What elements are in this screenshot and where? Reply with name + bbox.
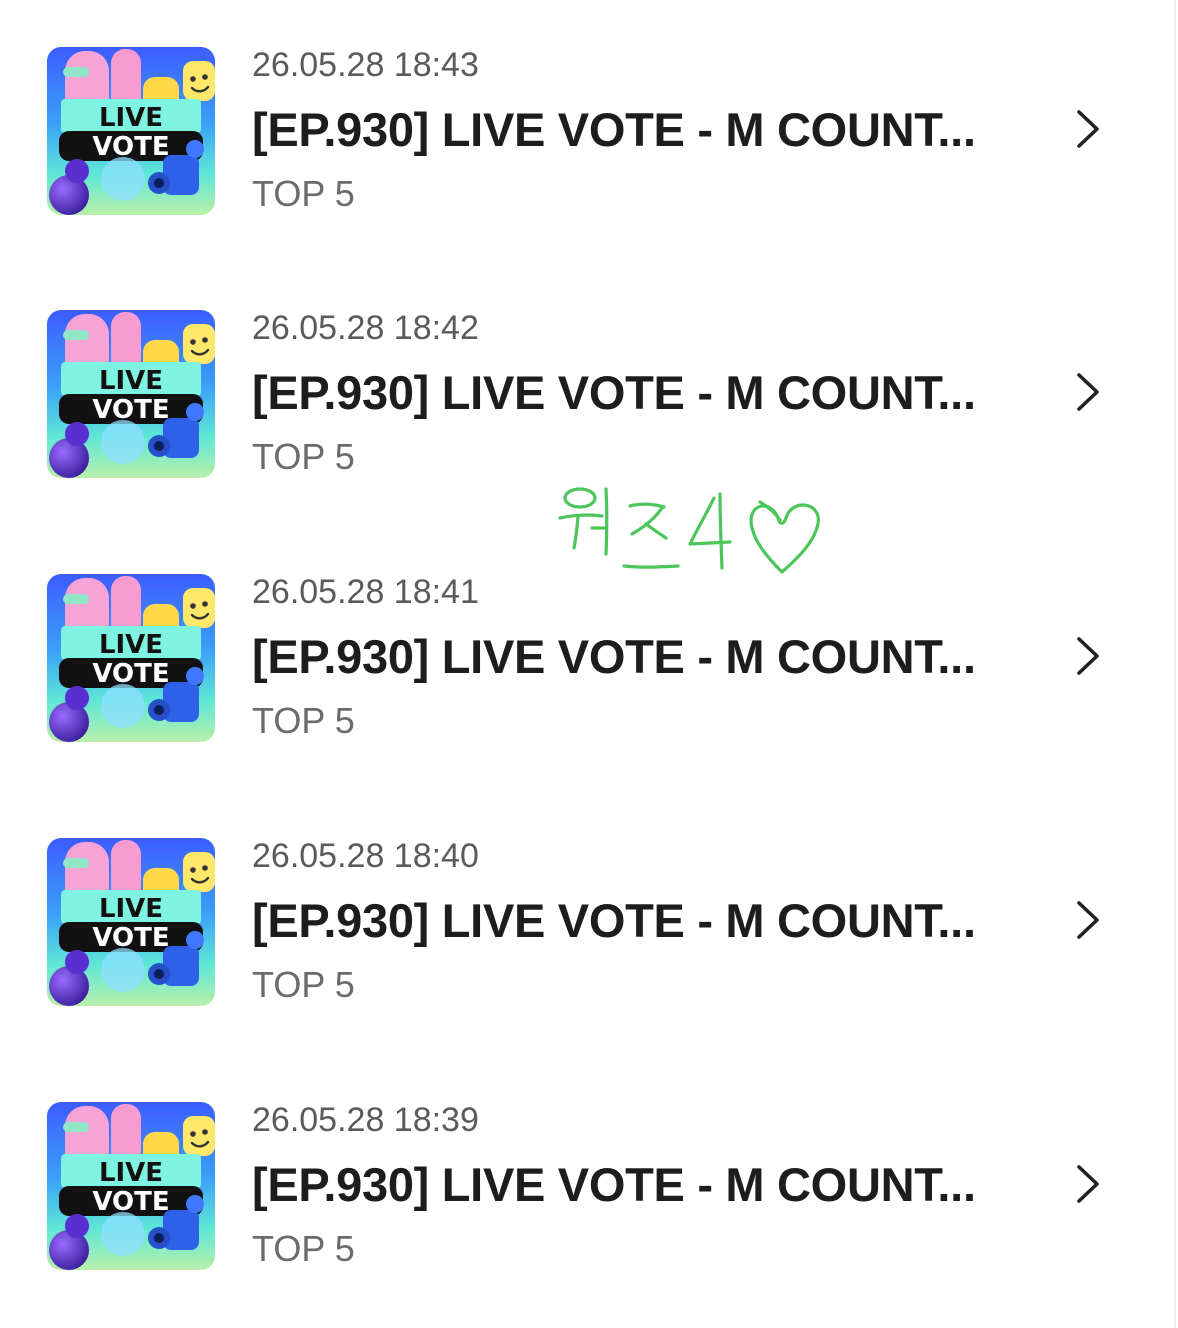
item-subtitle: TOP 5 <box>252 173 355 214</box>
item-title: [EP.930] LIVE VOTE - M COUNT... <box>252 366 976 419</box>
item-subtitle: TOP 5 <box>252 436 355 477</box>
list-item[interactable]: LIVE VOTE 26.05.28 18:43 [EP.930] LIVE VO… <box>0 46 1178 215</box>
svg-text:VOTE: VOTE <box>92 1187 169 1217</box>
svg-text:VOTE: VOTE <box>92 132 169 162</box>
item-title: [EP.930] LIVE VOTE - M COUNT... <box>252 894 976 947</box>
handwritten-annotation <box>558 487 820 574</box>
item-timestamp: 26.05.28 18:43 <box>252 46 479 84</box>
heart-icon <box>749 500 820 574</box>
svg-text:VOTE: VOTE <box>92 395 169 425</box>
chevron-right-icon[interactable] <box>1070 898 1106 942</box>
svg-text:LIVE: LIVE <box>99 630 163 660</box>
list-item[interactable]: LIVE VOTE 26.05.28 18:40 [EP.930] LIVE VO… <box>0 837 1178 1006</box>
live-vote-thumbnail: LIVE VOTE <box>47 310 215 478</box>
svg-text:VOTE: VOTE <box>92 659 169 689</box>
item-title: [EP.930] LIVE VOTE - M COUNT... <box>252 103 976 156</box>
item-timestamp: 26.05.28 18:42 <box>252 309 479 347</box>
list-item[interactable]: LIVE VOTE 26.05.28 18:41 [EP.930] LIVE VO… <box>0 573 1178 742</box>
live-vote-thumbnail: LIVE VOTE <box>47 574 215 742</box>
item-title: [EP.930] LIVE VOTE - M COUNT... <box>252 1158 976 1211</box>
svg-text:LIVE: LIVE <box>99 1158 163 1188</box>
svg-text:LIVE: LIVE <box>99 103 163 133</box>
chevron-right-icon[interactable] <box>1070 634 1106 678</box>
live-vote-thumbnail: LIVE VOTE <box>47 47 215 215</box>
list-item[interactable]: LIVE VOTE 26.05.28 18:39 [EP.930] LIVE VO… <box>0 1101 1178 1270</box>
item-subtitle: TOP 5 <box>252 964 355 1005</box>
live-vote-thumbnail: LIVE VOTE <box>47 838 215 1006</box>
list-item[interactable]: LIVE VOTE 26.05.28 18:42 [EP.930] LIVE VO… <box>0 309 1178 478</box>
live-vote-thumbnail: LIVE VOTE <box>47 1102 215 1270</box>
item-timestamp: 26.05.28 18:40 <box>252 837 479 875</box>
svg-text:VOTE: VOTE <box>92 923 169 953</box>
item-subtitle: TOP 5 <box>252 700 355 741</box>
chevron-right-icon[interactable] <box>1070 107 1106 151</box>
svg-text:LIVE: LIVE <box>99 894 163 924</box>
svg-text:LIVE: LIVE <box>99 366 163 396</box>
chevron-right-icon[interactable] <box>1070 1162 1106 1206</box>
chevron-right-icon[interactable] <box>1070 370 1106 414</box>
item-timestamp: 26.05.28 18:41 <box>252 573 479 611</box>
item-timestamp: 26.05.28 18:39 <box>252 1101 479 1139</box>
item-subtitle: TOP 5 <box>252 1228 355 1269</box>
item-title: [EP.930] LIVE VOTE - M COUNT... <box>252 630 976 683</box>
